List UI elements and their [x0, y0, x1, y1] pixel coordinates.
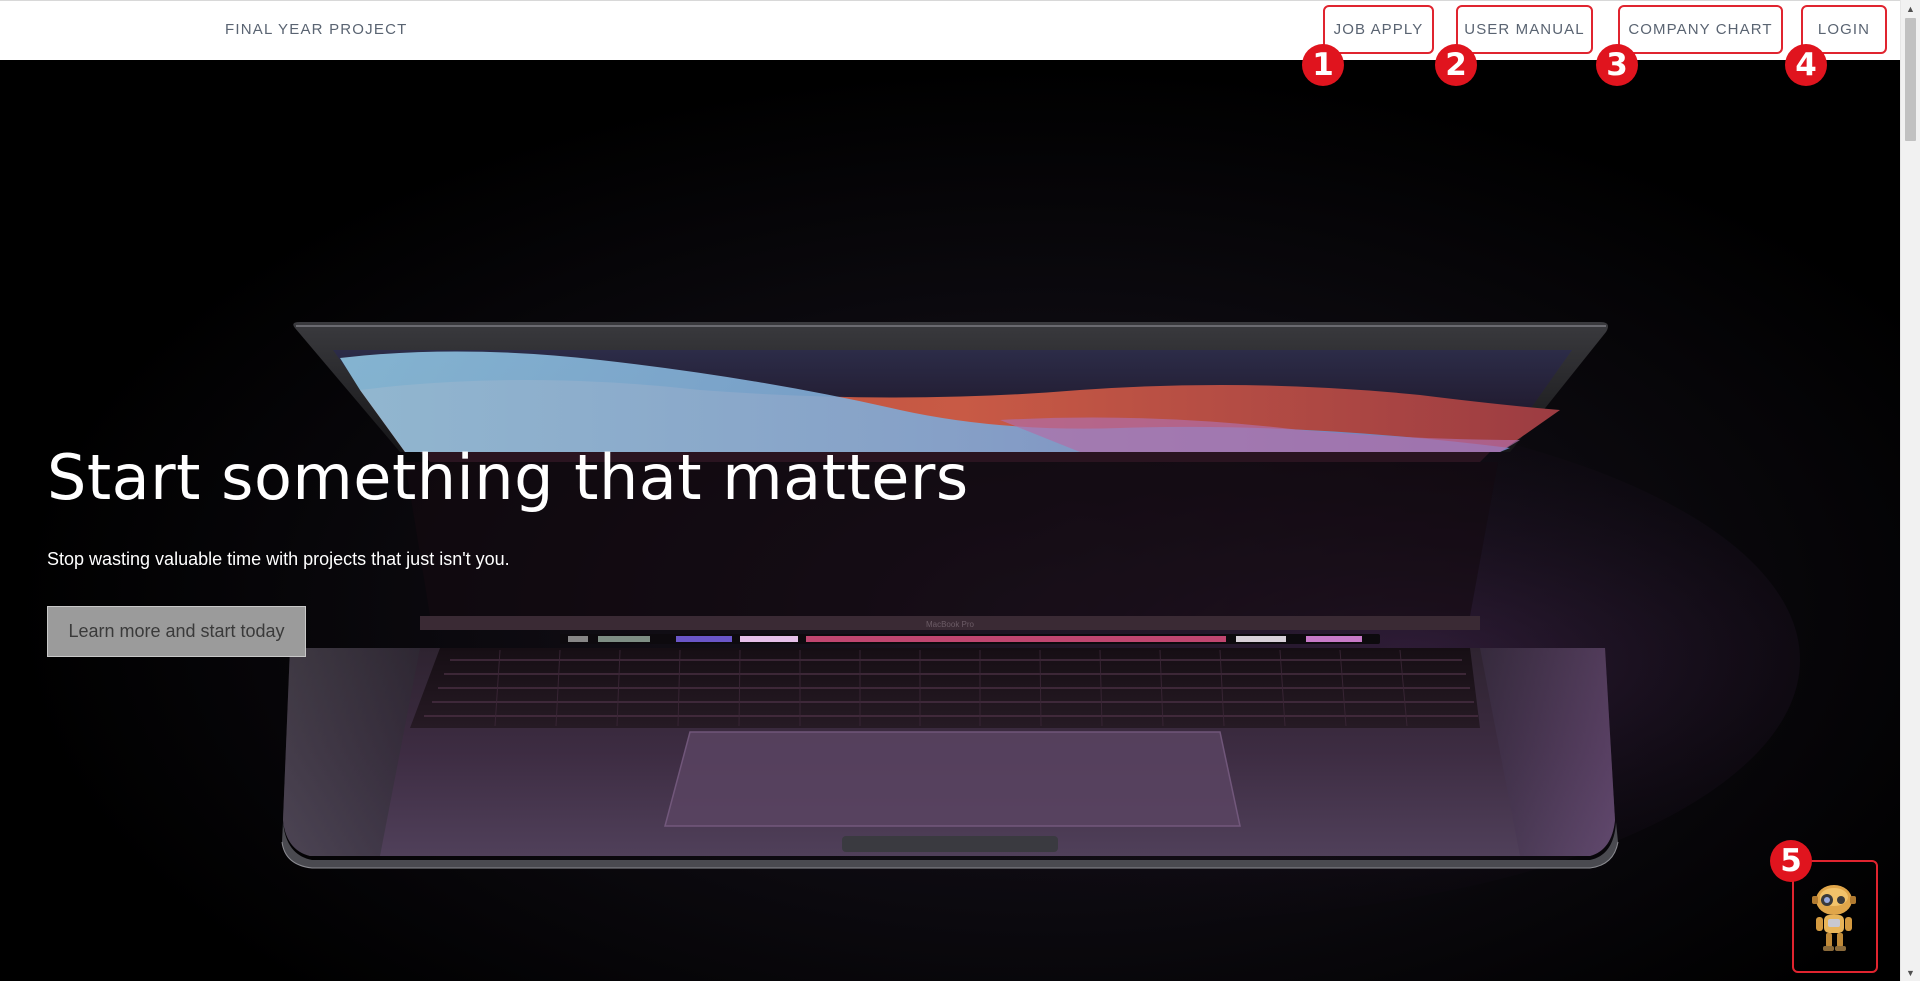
robot-icon	[1812, 884, 1856, 951]
annotation-badge-1: 1	[1302, 44, 1344, 86]
nav-job-apply[interactable]: JOB APPLY	[1323, 5, 1434, 54]
annotation-badge-5: 5	[1770, 840, 1812, 882]
page: FINAL YEAR PROJECT JOB APPLY USER MANUAL…	[0, 0, 1920, 981]
nav-user-manual-label: USER MANUAL	[1464, 21, 1585, 38]
nav-company-chart[interactable]: COMPANY CHART	[1618, 5, 1783, 54]
vertical-scrollbar[interactable]: ▲ ▼	[1900, 0, 1920, 981]
annotation-badge-2: 2	[1435, 44, 1477, 86]
hero-section: MacBook Pro Start something that matters…	[0, 60, 1900, 981]
nav-user-manual[interactable]: USER MANUAL	[1456, 5, 1593, 54]
svg-text:MacBook Pro: MacBook Pro	[926, 620, 975, 629]
nav-company-chart-label: COMPANY CHART	[1628, 21, 1773, 38]
learn-more-button[interactable]: Learn more and start today	[47, 606, 306, 657]
chatbot-widget[interactable]	[1792, 860, 1878, 973]
annotation-badge-4: 4	[1785, 44, 1827, 86]
scrollbar-thumb[interactable]	[1905, 18, 1916, 141]
annotation-badge-3: 3	[1596, 44, 1638, 86]
hero-title: Start something that matters	[47, 441, 969, 514]
scroll-down-arrow-icon[interactable]: ▼	[1901, 964, 1920, 981]
scroll-up-arrow-icon[interactable]: ▲	[1901, 0, 1920, 17]
laptop-hero-image: MacBook Pro	[281, 322, 1800, 920]
brand-link[interactable]: FINAL YEAR PROJECT	[225, 21, 407, 38]
nav-login-label: LOGIN	[1817, 21, 1871, 38]
hero-subtitle: Stop wasting valuable time with projects…	[47, 549, 510, 569]
nav-job-apply-label: JOB APPLY	[1333, 21, 1424, 38]
